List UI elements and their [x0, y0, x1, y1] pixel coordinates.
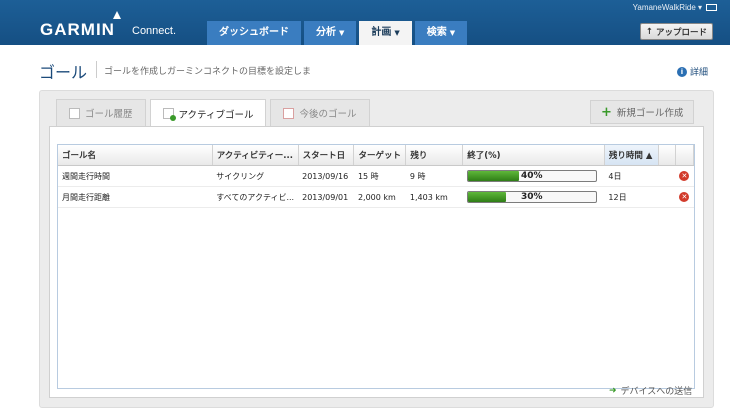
- nav-tab-plan[interactable]: 計画 ▼: [359, 21, 412, 45]
- col-header-blank: [658, 145, 676, 166]
- nav-tab-dashboard[interactable]: ダッシュボード: [207, 21, 301, 45]
- col-header-goal-name[interactable]: ゴール名: [58, 145, 213, 166]
- nav-tab-analysis[interactable]: 分析 ▼: [304, 21, 357, 45]
- cell-target: 15 時: [353, 165, 406, 187]
- mail-icon[interactable]: [706, 4, 717, 11]
- cell-remaining: 1,403 km: [405, 186, 463, 208]
- new-goal-button[interactable]: + 新規ゴール作成: [590, 100, 695, 124]
- main-nav: ダッシュボード 分析 ▼ 計画 ▼ 検索 ▼: [207, 21, 468, 45]
- progress-bar: 40%: [466, 170, 597, 182]
- tab-active-goals[interactable]: アクティブゴール: [149, 99, 267, 127]
- col-header-blank: [675, 145, 695, 166]
- chevron-down-icon: ▼: [449, 29, 456, 37]
- goals-table: ゴール名 アクティビティー... スタート日 ターゲット 残り 終了(%) 残り…: [57, 144, 695, 389]
- col-header-activity[interactable]: アクティビティー...: [212, 145, 299, 166]
- logo-triangle-icon: [113, 11, 121, 19]
- table-row[interactable]: 月間走行距離 すべてのアクティビ... 2013/09/01 2,000 km …: [58, 186, 694, 208]
- plus-icon: +: [601, 104, 612, 120]
- detail-link[interactable]: i 詳細: [677, 65, 708, 78]
- cell-blank: [658, 165, 676, 187]
- garmin-logo[interactable]: GARMIN: [40, 20, 115, 40]
- cell-progress: 40%: [462, 165, 605, 187]
- table-row[interactable]: 週間走行時間 サイクリング 2013/09/16 15 時 9 時 40% 4日…: [58, 165, 694, 187]
- info-icon: i: [677, 66, 687, 77]
- upload-button[interactable]: ↑ アップロード: [640, 23, 713, 40]
- arrow-up-icon: ↑: [645, 26, 654, 37]
- col-header-completion[interactable]: 終了(%): [462, 145, 605, 166]
- col-header-start-date[interactable]: スタート日: [298, 145, 355, 166]
- tab-goal-history[interactable]: ゴール履歴: [56, 99, 146, 126]
- col-header-time-left[interactable]: 残り時間 ▲: [604, 145, 659, 166]
- cell-delete: ✕: [675, 165, 694, 187]
- chevron-down-icon: ▼: [394, 29, 400, 37]
- goal-tabs: ゴール履歴 アクティブゴール 今後のゴール: [56, 99, 370, 127]
- chevron-down-icon: ▼: [339, 29, 345, 37]
- col-header-target[interactable]: ターゲット: [353, 145, 407, 166]
- send-to-device-link[interactable]: ➜ デバイスへの送信: [609, 384, 692, 398]
- sort-up-icon: ▲: [645, 151, 653, 161]
- progress-bar: 30%: [466, 191, 597, 203]
- cell-blank: [658, 186, 676, 208]
- nav-tab-search[interactable]: 検索 ▼: [414, 21, 468, 45]
- cell-progress: 30%: [462, 186, 605, 208]
- arrow-right-icon: ➜: [609, 385, 617, 396]
- cell-delete: ✕: [675, 186, 694, 208]
- cell-goal-name: 週間走行時間: [58, 165, 213, 187]
- calendar-icon: [283, 107, 295, 119]
- delete-icon[interactable]: ✕: [679, 192, 690, 202]
- title-divider: [96, 61, 97, 78]
- logo-connect: Connect.: [132, 25, 177, 37]
- cell-start-date: 2013/09/16: [298, 165, 354, 187]
- cell-start-date: 2013/09/01: [298, 186, 354, 208]
- user-menu[interactable]: YamaneWalkRide ▾: [633, 3, 702, 12]
- calendar-check-icon: [162, 108, 176, 121]
- tab-future-goals[interactable]: 今後のゴール: [270, 99, 370, 126]
- delete-icon[interactable]: ✕: [679, 171, 690, 181]
- page-title: ゴール: [39, 65, 88, 82]
- cell-remaining: 9 時: [405, 165, 463, 187]
- cell-goal-name: 月間走行距離: [58, 186, 213, 208]
- top-header: GARMIN Connect. ダッシュボード 分析 ▼ 計画 ▼ 検索 ▼ Yama…: [0, 0, 730, 45]
- cell-time-left: 12日: [604, 186, 659, 208]
- col-header-remaining[interactable]: 残り: [405, 145, 464, 166]
- cell-time-left: 4日: [604, 165, 659, 187]
- calendar-icon: [69, 107, 80, 119]
- cell-target: 2,000 km: [353, 186, 406, 208]
- progress-text: 40%: [521, 171, 543, 181]
- page-description: ゴールを作成しガーミンコネクトの目標を設定しま: [104, 67, 312, 77]
- progress-text: 30%: [521, 192, 543, 202]
- cell-activity: サイクリング: [212, 165, 299, 187]
- cell-activity: すべてのアクティビ...: [212, 186, 299, 208]
